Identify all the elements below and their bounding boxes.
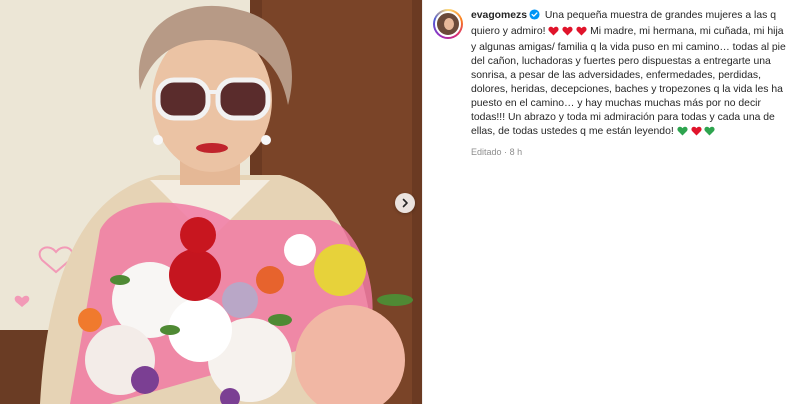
- caption: evagomezs Una pequeña muestra de grandes…: [471, 9, 790, 141]
- edited-label: Editado: [471, 147, 502, 157]
- caption-text-part2: Mi madre, mi hermana, mi cuñada, mi hija…: [471, 26, 786, 137]
- username-link[interactable]: evagomezs: [471, 10, 527, 21]
- next-image-button[interactable]: [395, 193, 415, 213]
- post-detail-panel: evagomezs Una pequeña muestra de grandes…: [422, 0, 800, 404]
- post-time[interactable]: 8 h: [510, 147, 523, 157]
- red-heart-emoji-icon: [548, 26, 559, 41]
- chevron-right-icon: [402, 198, 408, 208]
- avatar[interactable]: [433, 9, 463, 39]
- verified-badge-icon: [529, 9, 540, 25]
- photo-illustration: [0, 0, 422, 404]
- caption-row: evagomezs Una pequeña muestra de grandes…: [423, 0, 800, 141]
- red-heart-emoji-icon: [562, 26, 573, 41]
- meta-separator: ·: [504, 147, 508, 157]
- red-heart-emoji-icon: [576, 26, 587, 41]
- post-meta: Editado · 8 h: [471, 147, 800, 157]
- green-heart-emoji-icon: [677, 126, 688, 141]
- green-heart-emoji-icon: [704, 126, 715, 141]
- red-heart-emoji-icon: [690, 126, 702, 141]
- post-photo[interactable]: [0, 0, 422, 404]
